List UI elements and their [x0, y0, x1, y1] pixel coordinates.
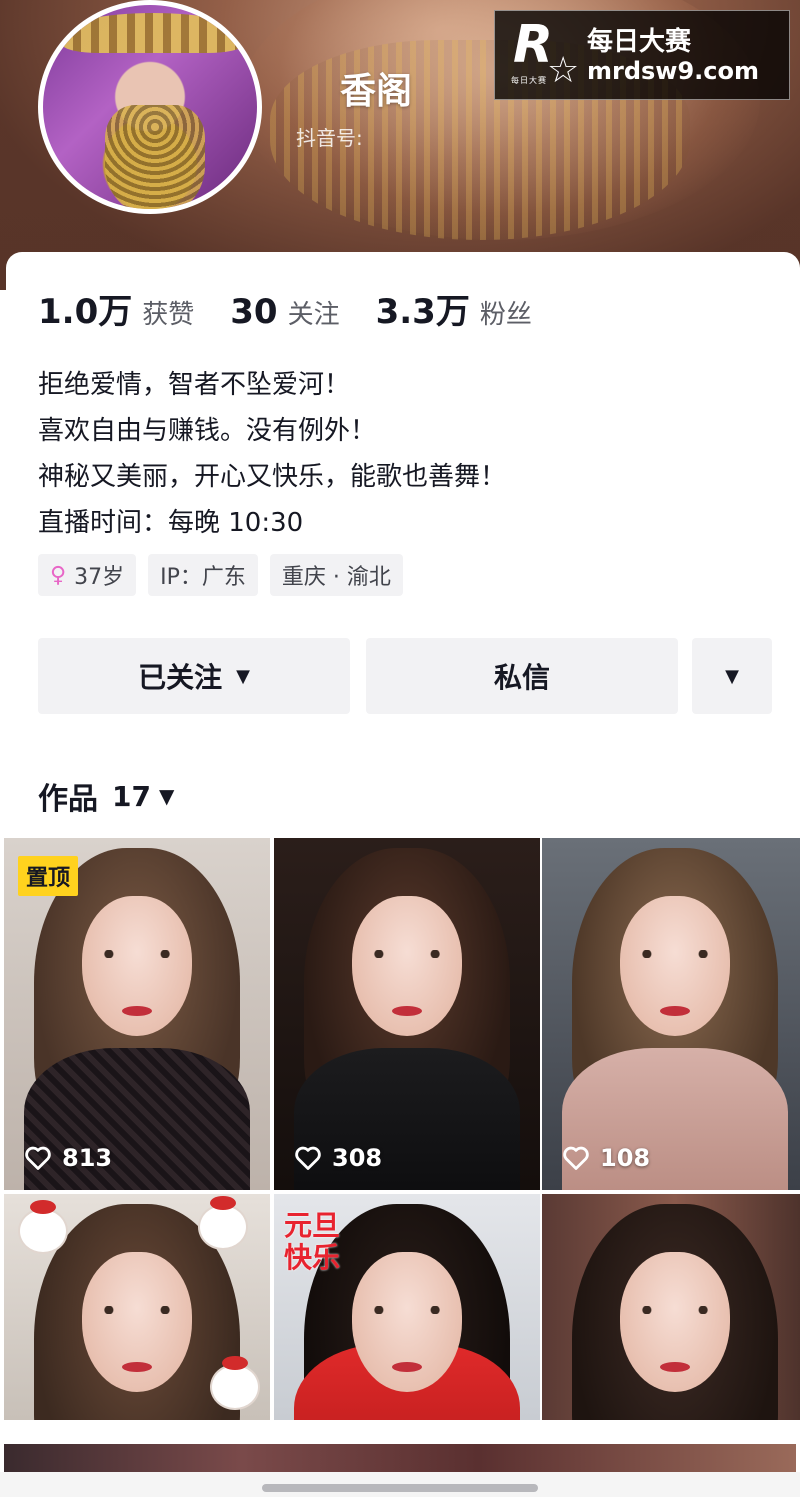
thumbnail-eyes	[370, 1306, 444, 1314]
pinned-badge: 置顶	[18, 856, 79, 896]
heart-icon	[295, 1146, 321, 1170]
stat-likes[interactable]: 1.0万 获赞	[38, 284, 194, 333]
tag-age: ♀ 37岁	[38, 554, 137, 596]
thumbnail-eyes	[100, 1306, 174, 1314]
profile-name: 香阁	[340, 71, 413, 112]
avatar-veil	[105, 105, 205, 209]
works-count: 17	[112, 779, 151, 813]
watermark-logo: R 每日大赛 ☆	[509, 19, 579, 91]
heart-icon	[25, 1146, 51, 1170]
tag-location-label: 重庆 · 渝北	[281, 565, 391, 590]
tab-works[interactable]: 作品 17 ▼	[38, 774, 174, 818]
like-count: 813	[24, 1144, 112, 1172]
thumbnail-lips	[660, 1006, 690, 1016]
thumbnail-lips	[392, 1362, 422, 1372]
bio-line: 直播时间：每晚 10:30	[38, 508, 304, 538]
bear-sticker-icon	[18, 1200, 68, 1254]
thumbnail-lips	[122, 1006, 152, 1016]
bear-sticker-icon	[210, 1356, 260, 1410]
thumbnail-lips	[122, 1362, 152, 1372]
bear-sticker-icon	[198, 1196, 248, 1250]
like-count: 308	[294, 1144, 382, 1172]
stat-following[interactable]: 30 关注	[230, 292, 339, 332]
stat-label: 关注	[287, 300, 340, 330]
watermark: R 每日大赛 ☆ 每日大赛 mrdsw9.com	[494, 10, 790, 100]
more-options-button[interactable]: ▼	[692, 638, 772, 714]
stat-value: 1.0万	[38, 292, 133, 332]
tag-age-label: 37岁	[74, 565, 125, 590]
stat-label: 粉丝	[479, 300, 532, 330]
heart-icon	[563, 1146, 589, 1170]
next-row-thumbnails[interactable]	[4, 1444, 796, 1472]
new-year-sticker: 元旦快乐	[284, 1209, 341, 1274]
thumbnail-eyes	[370, 950, 444, 958]
watermark-logo-sub: 每日大赛	[511, 76, 547, 85]
stat-label: 获赞	[142, 300, 195, 330]
thumbnail-eyes	[638, 1306, 712, 1314]
caret-down-icon: ▼	[158, 784, 175, 808]
stat-value: 3.3万	[375, 292, 470, 332]
video-thumbnail[interactable]: 置顶 813	[4, 838, 270, 1190]
tag-ip-label: IP：广东	[160, 565, 246, 590]
followed-button[interactable]: 已关注 ▼	[38, 638, 350, 714]
tag-location: 重庆 · 渝北	[269, 554, 403, 596]
thumbnail-lips	[392, 1006, 422, 1016]
bio-line: 神秘又美丽，开心又快乐，能歌也善舞！	[38, 462, 507, 492]
video-thumbnail[interactable]	[4, 1194, 270, 1420]
star-icon: ☆	[547, 50, 580, 91]
tag-ip: IP：广东	[148, 554, 258, 596]
profile-bio: 拒绝爱情，智者不坠爱河！ 喜欢自由与赚钱。没有例外！ 神秘又美丽，开心又快乐，能…	[38, 362, 506, 546]
avatar[interactable]	[38, 0, 262, 214]
like-count-value: 108	[600, 1144, 651, 1172]
watermark-title: 每日大赛	[587, 27, 692, 57]
caret-down-icon: ▼	[236, 665, 250, 687]
thumbnail-eyes	[100, 950, 174, 958]
douyin-id-label: 抖音号:	[296, 126, 363, 150]
bio-line: 喜欢自由与赚钱。没有例外！	[38, 416, 377, 446]
video-thumbnail[interactable]: 元旦快乐	[274, 1194, 540, 1420]
profile-tags: ♀ 37岁 IP：广东 重庆 · 渝北	[38, 554, 415, 596]
watermark-url: mrdsw9.com	[587, 57, 760, 85]
home-indicator[interactable]	[262, 1484, 538, 1492]
bio-line: 拒绝爱情，智者不坠爱河！	[38, 370, 351, 400]
followed-button-label: 已关注	[138, 661, 223, 694]
like-count-value: 813	[62, 1144, 113, 1172]
message-button-label: 私信	[493, 661, 550, 694]
female-icon: ♀	[50, 562, 67, 588]
video-thumbnail[interactable]	[542, 1194, 800, 1420]
stat-followers[interactable]: 3.3万 粉丝	[376, 284, 532, 333]
stat-value: 30	[230, 292, 278, 332]
like-count-value: 308	[332, 1144, 383, 1172]
message-button[interactable]: 私信	[366, 638, 678, 714]
like-count: 108	[562, 1144, 650, 1172]
video-thumbnail[interactable]: 308	[274, 838, 540, 1190]
caret-down-icon: ▼	[725, 665, 739, 687]
thumbnail-eyes	[638, 950, 712, 958]
avatar-headdress	[63, 13, 243, 53]
profile-stats: 1.0万 获赞 30 关注 3.3万 粉丝	[38, 284, 568, 333]
thumbnail-lips	[660, 1362, 690, 1372]
video-thumbnail[interactable]: 108	[542, 838, 800, 1190]
works-label: 作品	[38, 782, 98, 817]
